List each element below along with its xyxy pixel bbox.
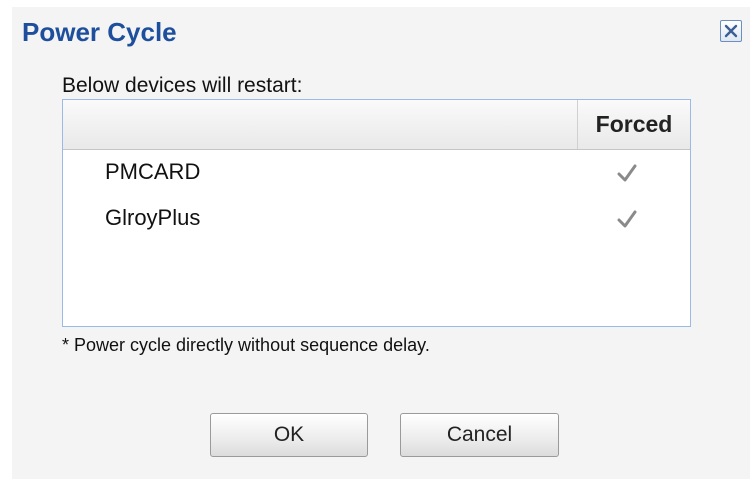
device-name: PMCARD bbox=[105, 159, 201, 184]
power-cycle-dialog: Power Cycle Below devices will restart: … bbox=[12, 7, 750, 479]
device-name: GlroyPlus bbox=[105, 205, 201, 230]
grid-header: Forced bbox=[63, 100, 690, 150]
column-header-device[interactable] bbox=[63, 100, 578, 149]
close-icon bbox=[724, 24, 738, 38]
table-row[interactable]: PMCARD bbox=[63, 150, 690, 196]
forced-checkbox bbox=[615, 161, 639, 185]
grid-body: PMCARD GlroyPlus bbox=[63, 150, 690, 242]
devices-grid: Forced PMCARD GlroyPlus bbox=[62, 99, 691, 327]
intro-text: Below devices will restart: bbox=[62, 74, 303, 97]
checkmark-icon bbox=[617, 164, 637, 182]
column-header-forced[interactable]: Forced bbox=[578, 100, 690, 149]
ok-button[interactable]: OK bbox=[210, 413, 368, 457]
dialog-title: Power Cycle bbox=[22, 17, 177, 47]
forced-checkbox bbox=[615, 207, 639, 231]
cancel-button[interactable]: Cancel bbox=[400, 413, 559, 457]
checkmark-icon bbox=[617, 210, 637, 228]
table-row[interactable]: GlroyPlus bbox=[63, 196, 690, 242]
close-button[interactable] bbox=[720, 20, 742, 42]
footnote: * Power cycle directly without sequence … bbox=[62, 335, 430, 355]
